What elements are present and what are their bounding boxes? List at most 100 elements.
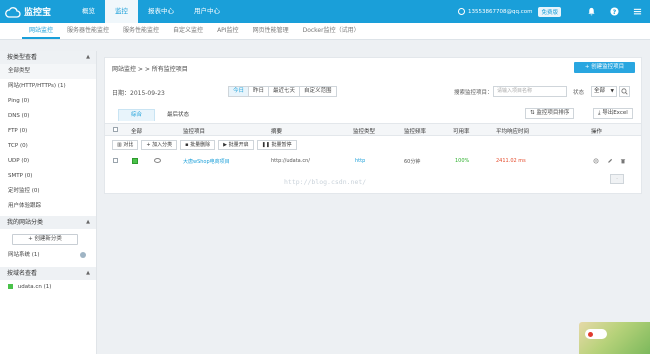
col-availability: 可用率 (453, 129, 470, 135)
corner-widget[interactable] (579, 322, 650, 354)
sidebar-item-ftp[interactable]: FTP (0) (0, 124, 96, 139)
eye-icon[interactable] (154, 158, 161, 163)
bulk-delete-button[interactable]: ▪ 批量删除 (180, 140, 216, 150)
sidebar-item-http[interactable]: 网站(HTTP/HTTPs) (1) (0, 79, 96, 94)
col-frequency: 监控频率 (404, 129, 427, 135)
search-button[interactable] (619, 86, 630, 97)
monitor-name-link[interactable]: 大唐wShop电商项目 (183, 158, 230, 165)
caret-down-icon: ▼ (610, 89, 614, 94)
bulk-start-button[interactable]: ▶ 批量开启 (218, 140, 254, 150)
pencil-icon[interactable] (607, 158, 613, 164)
sidebar-item-group[interactable]: 网站系统 (1) (0, 248, 96, 263)
table-row[interactable]: 大唐wShop电商项目 http://udata.cn/ http 60分钟 1… (105, 155, 641, 168)
pause-icon: ❚❚ (261, 142, 272, 148)
sort-monitors-button[interactable]: ⇅ 监控项目排序 (525, 108, 575, 119)
pagination[interactable]: · (610, 174, 624, 184)
chevron-up-icon: ▲ (86, 219, 90, 225)
bulk-delete-label: 批量删除 (190, 142, 211, 148)
gear-icon[interactable] (80, 252, 86, 258)
monitor-type: http (355, 158, 366, 164)
watermark: http://blog.csdn.net/ (284, 178, 367, 186)
status-select[interactable]: 全部 ▼ (591, 86, 617, 97)
search-icon (621, 88, 628, 95)
col-type: 监控类型 (353, 129, 376, 135)
select-all-checkbox[interactable] (113, 127, 118, 132)
create-monitor-button[interactable]: + 创建监控项目 (574, 62, 635, 73)
subnav-service[interactable]: 服务性能监控 (116, 23, 166, 39)
main-nav: 概览 监控 报表中心 用户中心 (72, 0, 230, 23)
sidebar-item-scheduled[interactable]: 定时监控 (0) (0, 184, 96, 199)
col-operations: 操作 (591, 129, 603, 135)
view-tabs: 综合 最后状态 (118, 109, 201, 121)
monitor-frequency: 60分钟 (404, 159, 421, 165)
monitor-avg-response: 2411.02 ms (496, 158, 526, 164)
col-name: 监控项目 (183, 129, 206, 135)
table-header: 全部 监控项目 摘要 监控类型 监控频率 可用率 平均响应时间 操作 (105, 123, 641, 136)
subnav-website[interactable]: 网站监控 (22, 23, 61, 39)
nav-monitor[interactable]: 监控 (105, 0, 138, 23)
trash-icon[interactable] (620, 158, 626, 164)
sidebar-header-label: 按域名查看 (7, 270, 38, 277)
export-excel-button[interactable]: ⤓ 导出Excel (593, 108, 633, 119)
logo[interactable]: 监控宝 (5, 4, 51, 19)
subnav-api[interactable]: API监控 (210, 23, 246, 39)
create-group-button[interactable]: + 创建新分类 (12, 234, 78, 245)
chevron-up-icon: ▲ (86, 270, 90, 276)
sidebar: 按类型查看 ▲ 全部类型 网站(HTTP/HTTPs) (1) Ping (0)… (0, 51, 97, 354)
sidebar-item-dns[interactable]: DNS (0) (0, 109, 96, 124)
sidebar-header-my-groups[interactable]: 我的网站分类 ▲ (0, 216, 96, 229)
sidebar-item-udp[interactable]: UDP (0) (0, 154, 96, 169)
subnav-docker[interactable]: Docker监控（试用） (296, 23, 367, 39)
logo-text: 监控宝 (24, 8, 52, 18)
sidebar-item-domain[interactable]: udata.cn (1) (0, 280, 96, 295)
col-avg-response: 平均响应时间 (496, 129, 530, 135)
nav-overview[interactable]: 概览 (72, 0, 105, 23)
col-summary: 摘要 (271, 129, 283, 135)
row-checkbox[interactable] (113, 158, 118, 163)
breadcrumb: 网站监控 > > 所有监控项目 (112, 66, 188, 73)
date-range-last-7-days[interactable]: 最近七天 (269, 87, 301, 96)
menu-icon[interactable] (633, 7, 642, 16)
compare-label: 对比 (123, 142, 134, 148)
search-input[interactable]: 请输入项目名称 (493, 86, 567, 97)
sidebar-header-by-domain[interactable]: 按域名查看 ▲ (0, 267, 96, 280)
subnav-custom[interactable]: 自定义监控 (166, 23, 210, 39)
notification-dot-icon (588, 332, 593, 337)
tab-last-status[interactable]: 最后状态 (155, 109, 201, 121)
bulk-pause-label: 批量暂停 (271, 142, 292, 148)
date-range-custom[interactable]: 自定义范围 (300, 87, 336, 96)
user-area: 13553867708@qq.com 免费版 ? (458, 0, 642, 23)
date-range-yesterday[interactable]: 昨日 (249, 87, 270, 96)
sidebar-item-ping[interactable]: Ping (0) (0, 94, 96, 109)
sidebar-header-label: 按类型查看 (7, 54, 38, 61)
settings-icon[interactable] (593, 158, 599, 164)
sort-label: 监控项目排序 (536, 110, 570, 116)
nav-reports[interactable]: 报表中心 (138, 0, 184, 23)
date-range-selector: 今日 昨日 最近七天 自定义范围 (228, 86, 337, 97)
compare-button[interactable]: ▥ 对比 (112, 140, 139, 150)
bulk-pause-button[interactable]: ❚❚ 批量暂停 (256, 140, 297, 150)
monitor-availability: 100% (455, 158, 470, 164)
add-to-group-button[interactable]: + 加入分类 (141, 140, 178, 150)
subnav-page-perf[interactable]: 网页性能管理 (246, 23, 296, 39)
date-range-today[interactable]: 今日 (229, 87, 250, 96)
status-label: 状态 (573, 90, 585, 96)
sidebar-item-tcp[interactable]: TCP (0) (0, 139, 96, 154)
export-label: 导出Excel (602, 110, 628, 116)
sidebar-header-by-type[interactable]: 按类型查看 ▲ (0, 51, 96, 64)
help-icon[interactable]: ? (610, 7, 619, 16)
bell-icon[interactable] (587, 7, 596, 16)
date-label: 日期：2015-09-23 (112, 90, 165, 97)
status-select-value: 全部 (594, 88, 606, 94)
chevron-up-icon: ▲ (86, 54, 90, 60)
sidebar-item-user-experience[interactable]: 用户体验跟踪 (0, 199, 96, 214)
tab-summary[interactable]: 综合 (118, 109, 156, 121)
user-email[interactable]: 13553867708@qq.com (468, 9, 532, 15)
plan-badge[interactable]: 免费版 (538, 6, 561, 17)
nav-user-center[interactable]: 用户中心 (184, 0, 230, 23)
sub-nav: 网站监控 服务器性能监控 服务性能监控 自定义监控 API监控 网页性能管理 D… (0, 23, 650, 40)
subnav-server[interactable]: 服务器性能监控 (60, 23, 116, 39)
sidebar-item-all[interactable]: 全部类型 (0, 64, 96, 79)
cloud-logo-icon (5, 6, 21, 18)
sidebar-item-smtp[interactable]: SMTP (0) (0, 169, 96, 184)
